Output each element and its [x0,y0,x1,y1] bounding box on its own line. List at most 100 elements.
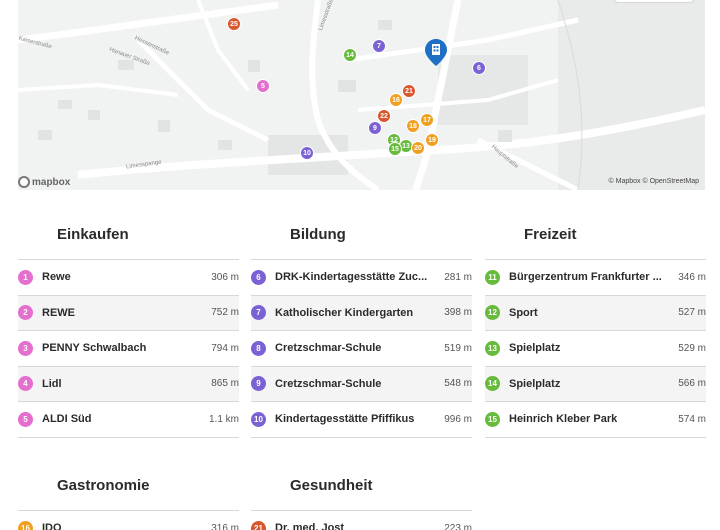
poi-distance: 306 m [211,271,239,283]
poi-row[interactable]: 1 Rewe 306 m [18,260,239,296]
map-pin[interactable]: 6 [472,61,486,75]
map-pin[interactable]: 7 [372,39,386,53]
poi-distance: 566 m [678,378,706,390]
poi-distance: 996 m [444,413,472,425]
poi-number-badge: 5 [18,411,33,427]
poi-name: PENNY Schwalbach [42,342,147,355]
map-pin[interactable]: 17 [420,113,434,127]
poi-name: Katholischer Kindergarten [275,306,414,319]
poi-number-badge: 2 [18,305,33,321]
poi-number-badge: 14 [485,376,500,392]
map-attribution[interactable]: © Mapbox © OpenStreetMap [609,178,699,185]
poi-number-badge: 21 [251,520,266,530]
poi-name: REWE [42,306,75,319]
poi-distance: 548 m [444,378,472,390]
poi-name: Cretzschmar-Schule [275,377,382,390]
poi-number-badge: 15 [485,411,500,427]
map-pin[interactable]: 5 [256,79,270,93]
poi-row[interactable]: 14 Spielplatz 566 m [485,366,706,402]
poi-row[interactable]: 8 Cretzschmar-Schule 519 m [251,331,472,367]
poi-row[interactable]: 2 REWE 752 m [18,295,239,331]
map-pin[interactable]: 21 [402,84,416,98]
poi-row[interactable]: 3 PENNY Schwalbach 794 m [18,331,239,367]
map-pin[interactable]: 14 [343,48,357,62]
poi-name: DRK-Kindertagesstätte Zuc... [275,271,428,284]
poi-number-badge: 11 [485,269,500,285]
poi-number-badge: 16 [18,520,33,530]
poi-number-badge: 1 [18,269,33,285]
poi-distance: 529 m [678,342,706,354]
poi-distance: 794 m [211,342,239,354]
building-icon[interactable] [424,38,448,68]
poi-distance: 519 m [444,342,472,354]
map-pin[interactable]: 16 [389,93,403,107]
poi-name: Heinrich Kleber Park [509,413,618,426]
section-gastronomie: Gastronomie 16 IDO 316 m [18,462,239,530]
poi-distance: 1.1 km [208,413,239,425]
map[interactable]: Limesstraße Limesspange Hessenstraße Han… [18,0,705,190]
section-title: Bildung [290,226,346,243]
poi-row[interactable]: 11 Bürgerzentrum Frankfurter ... 346 m [485,260,706,296]
poi-name: Bürgerzentrum Frankfurter ... [509,271,662,284]
poi-distance: 574 m [678,413,706,425]
section-bildung: Bildung 6 DRK-Kindertagesstätte Zuc... 281… [251,211,472,438]
poi-row[interactable]: 5 ALDI Süd 1.1 km [18,402,239,438]
map-roads [18,0,705,190]
section-title: Gesundheit [290,477,373,494]
map-pin[interactable]: 22 [377,109,391,123]
poi-row[interactable]: 9 Cretzschmar-Schule 548 m [251,366,472,402]
map-pin[interactable]: 10 [300,146,314,160]
poi-number-badge: 6 [251,269,266,285]
mapbox-logo-text: mapbox [32,176,71,188]
poi-distance: 398 m [444,307,472,319]
poi-number-badge: 3 [18,340,33,356]
poi-distance: 223 m [444,522,472,530]
poi-row[interactable]: 6 DRK-Kindertagesstätte Zuc... 281 m [251,260,472,296]
poi-number-badge: 12 [485,305,500,321]
poi-number-badge: 8 [251,340,266,356]
poi-name: Spielplatz [509,377,561,390]
poi-row[interactable]: 4 Lidl 865 m [18,366,239,402]
poi-row[interactable]: 13 Spielplatz 529 m [485,331,706,367]
poi-row[interactable]: 16 IDO 316 m [18,511,239,530]
poi-row[interactable]: 12 Sport 527 m [485,295,706,331]
poi-name: Spielplatz [509,342,561,355]
map-pin[interactable]: 18 [406,119,420,133]
poi-name: Rewe [42,271,71,284]
poi-number-badge: 9 [251,376,266,392]
map-pin[interactable]: 9 [368,121,382,135]
poi-number-badge: 7 [251,305,266,321]
poi-row[interactable]: 7 Katholischer Kindergarten 398 m [251,295,472,331]
poi-distance: 281 m [444,271,472,283]
poi-number-badge: 13 [485,340,500,356]
poi-name: Sport [509,306,538,319]
poi-row[interactable]: 21 Dr. med. Jost 223 m [251,511,472,530]
map-pin[interactable]: 25 [227,17,241,31]
poi-distance: 527 m [678,307,706,319]
poi-name: IDO [42,522,62,530]
poi-name: Dr. med. Jost [275,522,345,530]
section-title: Einkaufen [57,226,129,243]
map-control-button[interactable] [613,0,695,3]
poi-row[interactable]: 15 Heinrich Kleber Park 574 m [485,402,706,438]
map-pin[interactable]: 15 [388,142,402,156]
poi-distance: 346 m [678,271,706,283]
section-einkaufen: Einkaufen 1 Rewe 306 m 2 REWE 752 m 3 PENNY Sch… [18,211,239,438]
section-freizeit: Freizeit 11 Bürgerzentrum Frankfurter ...… [485,211,706,438]
poi-distance: 865 m [211,378,239,390]
mapbox-logo[interactable]: mapbox [18,175,70,189]
poi-distance: 316 m [211,522,239,530]
section-title: Freizeit [524,226,577,243]
poi-name: Cretzschmar-Schule [275,342,382,355]
poi-number-badge: 10 [251,411,266,427]
poi-name: Kindertagesstätte Pfiffikus [275,413,415,426]
poi-name: ALDI Süd [42,413,92,426]
poi-distance: 752 m [211,307,239,319]
section-title: Gastronomie [57,477,150,494]
map-pin[interactable]: 20 [411,141,425,155]
map-pin[interactable]: 19 [425,133,439,147]
poi-row[interactable]: 10 Kindertagesstätte Pfiffikus 996 m [251,402,472,438]
section-gesundheit: Gesundheit 21 Dr. med. Jost 223 m [251,462,472,530]
mapbox-logo-icon [18,176,30,188]
poi-number-badge: 4 [18,376,33,392]
